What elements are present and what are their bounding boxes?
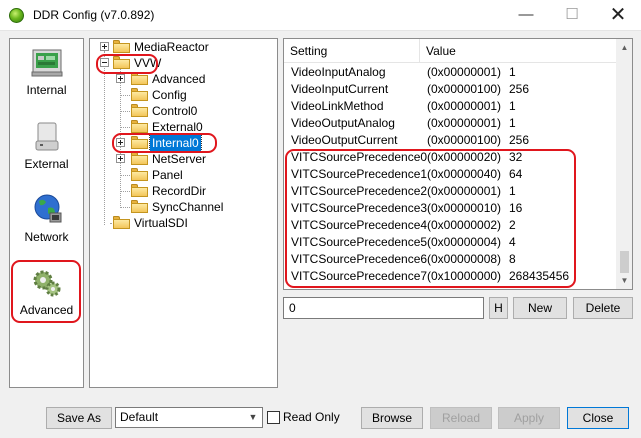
setting-decimal-cell: 256 (509, 133, 530, 147)
save-as-button[interactable]: Save As (46, 407, 112, 429)
tree-item-panel[interactable]: Panel (90, 167, 277, 183)
tree-item-label: RecordDir (152, 184, 207, 198)
tree-item-label: NetServer (152, 152, 207, 166)
table-row[interactable]: VideoOutputAnalog (0x00000001) 1 (284, 115, 617, 132)
read-only-label[interactable]: Read Only (283, 410, 340, 424)
folder-icon (131, 184, 148, 197)
read-only-checkbox[interactable] (267, 411, 280, 424)
tree-item-netserver[interactable]: NetServer (90, 151, 277, 167)
tree-item-label: VirtualSDI (134, 216, 188, 230)
sidebar-label-external: External (24, 157, 69, 171)
setting-hex-cell: (0x00000001) (427, 99, 502, 113)
profile-select-value: Default (120, 410, 159, 424)
category-sidebar: Internal External Network Advanced (9, 38, 84, 388)
expand-icon[interactable] (100, 42, 109, 51)
sidebar-label-internal: Internal (26, 83, 67, 97)
tree-item-syncchannel[interactable]: SyncChannel (90, 199, 277, 215)
minimize-button[interactable]: — (503, 0, 549, 30)
value-input[interactable]: 0 (283, 297, 484, 319)
folder-icon (131, 104, 148, 117)
tree-item-label: Advanced (152, 72, 206, 86)
setting-decimal-cell: 256 (509, 82, 530, 96)
setting-hex-cell: (0x00000001) (427, 116, 502, 130)
column-header-setting[interactable]: Setting (284, 39, 420, 63)
setting-decimal-cell: 1 (509, 65, 516, 79)
folder-icon (131, 168, 148, 181)
profile-select[interactable]: Default ▼ (115, 407, 263, 428)
window-title: DDR Config (v7.0.892) (33, 8, 155, 22)
list-header: Setting Value (284, 39, 617, 63)
setting-name-cell: VideoInputAnalog (291, 65, 386, 79)
external-drive-icon (35, 122, 58, 151)
app-icon (9, 8, 24, 23)
scroll-thumb[interactable] (620, 251, 629, 273)
maximize-button[interactable]: ☐ (549, 0, 595, 30)
config-tree: MediaReactor VVW Advanced Config Control… (89, 38, 278, 388)
close-button[interactable]: Close (567, 407, 629, 429)
folder-icon (131, 152, 148, 165)
tree-item-label: Config (152, 88, 187, 102)
table-row[interactable]: VideoLinkMethod (0x00000001) 1 (284, 98, 617, 115)
annotation-highlight-internal0 (112, 133, 217, 153)
folder-icon (113, 40, 130, 53)
sidebar-label-network: Network (24, 230, 69, 244)
tree-item-label: Panel (152, 168, 183, 182)
setting-name-cell: VideoOutputAnalog (291, 116, 395, 130)
tree-item-label: SyncChannel (152, 200, 224, 214)
setting-hex-cell: (0x00000001) (427, 65, 502, 79)
annotation-highlight-advanced (11, 260, 81, 323)
table-row[interactable]: VideoInputCurrent (0x00000100) 256 (284, 81, 617, 98)
setting-hex-cell: (0x00000100) (427, 82, 502, 96)
close-window-button[interactable]: ✕ (595, 0, 641, 30)
vertical-scrollbar[interactable]: ▲ ▼ (616, 39, 632, 289)
column-header-value[interactable]: Value (420, 39, 617, 63)
network-globe-icon (34, 194, 61, 223)
sidebar-item-external[interactable]: External (11, 121, 82, 171)
setting-decimal-cell: 1 (509, 99, 516, 113)
expand-icon[interactable] (116, 74, 125, 83)
browse-button[interactable]: Browse (361, 407, 423, 429)
table-row[interactable]: VideoInputAnalog (0x00000001) 1 (284, 64, 617, 81)
table-row[interactable]: VideoOutputCurrent (0x00000100) 256 (284, 132, 617, 149)
folder-icon (131, 200, 148, 213)
folder-icon (131, 120, 148, 133)
chevron-down-icon[interactable]: ▼ (246, 408, 260, 427)
reload-button[interactable]: Reload (430, 407, 492, 429)
sidebar-item-network[interactable]: Network (11, 192, 82, 244)
folder-icon (113, 216, 130, 229)
tree-item-config[interactable]: Config (90, 87, 277, 103)
setting-decimal-cell: 1 (509, 116, 516, 130)
apply-button[interactable]: Apply (498, 407, 560, 429)
title-bar: DDR Config (v7.0.892) — ☐ ✕ (0, 0, 641, 31)
delete-button[interactable]: Delete (573, 297, 633, 319)
annotation-highlight-vitc-rows (285, 149, 576, 288)
setting-hex-cell: (0x00000100) (427, 133, 502, 147)
tree-item-label: MediaReactor (134, 40, 209, 54)
scroll-down-icon[interactable]: ▼ (616, 272, 632, 289)
setting-name-cell: VideoOutputCurrent (291, 133, 398, 147)
folder-icon (131, 88, 148, 101)
scroll-up-icon[interactable]: ▲ (616, 39, 632, 56)
tree-item-recorddir[interactable]: RecordDir (90, 183, 277, 199)
sidebar-item-internal[interactable]: Internal (11, 47, 82, 97)
setting-name-cell: VideoLinkMethod (291, 99, 384, 113)
expand-icon[interactable] (116, 154, 125, 163)
new-button[interactable]: New (513, 297, 567, 319)
tree-item-control0[interactable]: Control0 (90, 103, 277, 119)
internal-icon (31, 49, 62, 77)
tree-item-virtualsdi[interactable]: VirtualSDI (90, 215, 277, 231)
tree-item-mediareactor[interactable]: MediaReactor (90, 39, 277, 55)
annotation-highlight-vvw (96, 54, 158, 74)
setting-name-cell: VideoInputCurrent (291, 82, 389, 96)
hex-toggle-button[interactable]: H (489, 297, 508, 319)
tree-item-label: Control0 (152, 104, 198, 118)
